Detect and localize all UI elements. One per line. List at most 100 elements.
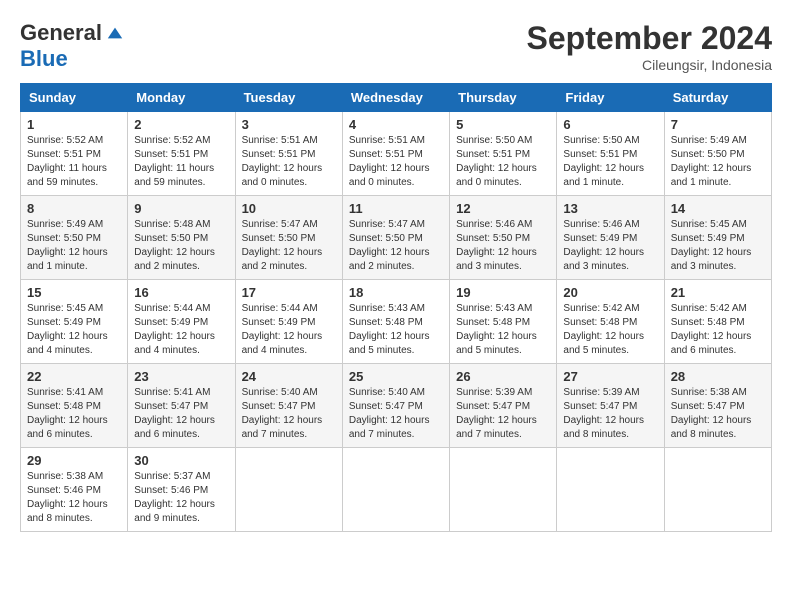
- calendar-cell: 18 Sunrise: 5:43 AM Sunset: 5:48 PM Dayli…: [342, 280, 449, 364]
- logo-icon: [106, 24, 124, 42]
- day-number: 7: [671, 117, 765, 132]
- day-info: Sunrise: 5:41 AM Sunset: 5:48 PM Dayligh…: [27, 386, 121, 442]
- day-number: 21: [671, 285, 765, 300]
- day-header-tuesday: Tuesday: [235, 84, 342, 112]
- day-info: Sunrise: 5:49 AM Sunset: 5:50 PM Dayligh…: [671, 134, 765, 190]
- day-info: Sunrise: 5:45 AM Sunset: 5:49 PM Dayligh…: [27, 302, 121, 358]
- calendar-cell: 7 Sunrise: 5:49 AM Sunset: 5:50 PM Daylig…: [664, 112, 771, 196]
- calendar-cell: 26 Sunrise: 5:39 AM Sunset: 5:47 PM Dayli…: [450, 364, 557, 448]
- day-info: Sunrise: 5:38 AM Sunset: 5:47 PM Dayligh…: [671, 386, 765, 442]
- day-number: 26: [456, 369, 550, 384]
- day-info: Sunrise: 5:47 AM Sunset: 5:50 PM Dayligh…: [349, 218, 443, 274]
- calendar-cell: [450, 448, 557, 532]
- calendar-cell: 11Sunrise: 5:47 AM Sunset: 5:50 PM Dayli…: [342, 196, 449, 280]
- calendar-cell: 29Sunrise: 5:38 AM Sunset: 5:46 PM Dayli…: [21, 448, 128, 532]
- calendar-week-3: 15Sunrise: 5:45 AM Sunset: 5:49 PM Dayli…: [21, 280, 772, 364]
- calendar-cell: 9 Sunrise: 5:48 AM Sunset: 5:50 PM Daylig…: [128, 196, 235, 280]
- day-info: Sunrise: 5:42 AM Sunset: 5:48 PM Dayligh…: [563, 302, 657, 358]
- day-info: Sunrise: 5:50 AM Sunset: 5:51 PM Dayligh…: [563, 134, 657, 190]
- calendar-cell: 24 Sunrise: 5:40 AM Sunset: 5:47 PM Dayli…: [235, 364, 342, 448]
- day-info: Sunrise: 5:44 AM Sunset: 5:49 PM Dayligh…: [242, 302, 336, 358]
- day-number: 25: [349, 369, 443, 384]
- calendar-cell: 25 Sunrise: 5:40 AM Sunset: 5:47 PM Dayli…: [342, 364, 449, 448]
- month-title: September 2024: [527, 20, 772, 57]
- calendar-cell: 15Sunrise: 5:45 AM Sunset: 5:49 PM Dayli…: [21, 280, 128, 364]
- page-header: General Blue September 2024 Cileungsir, …: [20, 20, 772, 73]
- calendar-cell: 20 Sunrise: 5:42 AM Sunset: 5:48 PM Dayli…: [557, 280, 664, 364]
- day-number: 24: [242, 369, 336, 384]
- day-number: 23: [134, 369, 228, 384]
- calendar-cell: 4 Sunrise: 5:51 AM Sunset: 5:51 PM Daylig…: [342, 112, 449, 196]
- day-number: 20: [563, 285, 657, 300]
- calendar-header-row: SundayMondayTuesdayWednesdayThursdayFrid…: [21, 84, 772, 112]
- day-info: Sunrise: 5:46 AM Sunset: 5:50 PM Dayligh…: [456, 218, 550, 274]
- day-header-friday: Friday: [557, 84, 664, 112]
- day-info: Sunrise: 5:42 AM Sunset: 5:48 PM Dayligh…: [671, 302, 765, 358]
- calendar-cell: 1 Sunrise: 5:52 AM Sunset: 5:51 PM Daylig…: [21, 112, 128, 196]
- day-number: 27: [563, 369, 657, 384]
- calendar-week-2: 8 Sunrise: 5:49 AM Sunset: 5:50 PM Daylig…: [21, 196, 772, 280]
- day-info: Sunrise: 5:47 AM Sunset: 5:50 PM Dayligh…: [242, 218, 336, 274]
- day-info: Sunrise: 5:43 AM Sunset: 5:48 PM Dayligh…: [349, 302, 443, 358]
- calendar-week-1: 1 Sunrise: 5:52 AM Sunset: 5:51 PM Daylig…: [21, 112, 772, 196]
- day-number: 1: [27, 117, 121, 132]
- day-info: Sunrise: 5:40 AM Sunset: 5:47 PM Dayligh…: [242, 386, 336, 442]
- calendar-cell: 13 Sunrise: 5:46 AM Sunset: 5:49 PM Dayli…: [557, 196, 664, 280]
- title-area: September 2024 Cileungsir, Indonesia: [527, 20, 772, 73]
- calendar-week-4: 22 Sunrise: 5:41 AM Sunset: 5:48 PM Dayli…: [21, 364, 772, 448]
- day-info: Sunrise: 5:49 AM Sunset: 5:50 PM Dayligh…: [27, 218, 121, 274]
- calendar-cell: 16 Sunrise: 5:44 AM Sunset: 5:49 PM Dayli…: [128, 280, 235, 364]
- day-number: 4: [349, 117, 443, 132]
- day-number: 18: [349, 285, 443, 300]
- day-number: 19: [456, 285, 550, 300]
- day-number: 28: [671, 369, 765, 384]
- day-info: Sunrise: 5:37 AM Sunset: 5:46 PM Dayligh…: [134, 470, 228, 526]
- calendar-cell: 12 Sunrise: 5:46 AM Sunset: 5:50 PM Dayli…: [450, 196, 557, 280]
- day-info: Sunrise: 5:40 AM Sunset: 5:47 PM Dayligh…: [349, 386, 443, 442]
- calendar-cell: 14Sunrise: 5:45 AM Sunset: 5:49 PM Dayli…: [664, 196, 771, 280]
- day-header-thursday: Thursday: [450, 84, 557, 112]
- calendar-cell: 3Sunrise: 5:51 AM Sunset: 5:51 PM Daylig…: [235, 112, 342, 196]
- day-header-wednesday: Wednesday: [342, 84, 449, 112]
- day-number: 8: [27, 201, 121, 216]
- calendar-cell: 8 Sunrise: 5:49 AM Sunset: 5:50 PM Daylig…: [21, 196, 128, 280]
- day-number: 2: [134, 117, 228, 132]
- location: Cileungsir, Indonesia: [527, 57, 772, 73]
- day-info: Sunrise: 5:46 AM Sunset: 5:49 PM Dayligh…: [563, 218, 657, 274]
- day-header-sunday: Sunday: [21, 84, 128, 112]
- day-number: 17: [242, 285, 336, 300]
- day-info: Sunrise: 5:44 AM Sunset: 5:49 PM Dayligh…: [134, 302, 228, 358]
- day-info: Sunrise: 5:48 AM Sunset: 5:50 PM Dayligh…: [134, 218, 228, 274]
- calendar-cell: 22 Sunrise: 5:41 AM Sunset: 5:48 PM Dayli…: [21, 364, 128, 448]
- logo-general: General: [20, 20, 102, 46]
- day-number: 12: [456, 201, 550, 216]
- calendar-cell: [235, 448, 342, 532]
- day-number: 22: [27, 369, 121, 384]
- calendar-cell: 27 Sunrise: 5:39 AM Sunset: 5:47 PM Dayli…: [557, 364, 664, 448]
- calendar-cell: 5 Sunrise: 5:50 AM Sunset: 5:51 PM Daylig…: [450, 112, 557, 196]
- day-info: Sunrise: 5:51 AM Sunset: 5:51 PM Dayligh…: [242, 134, 336, 190]
- day-number: 9: [134, 201, 228, 216]
- calendar-cell: 19 Sunrise: 5:43 AM Sunset: 5:48 PM Dayli…: [450, 280, 557, 364]
- day-info: Sunrise: 5:52 AM Sunset: 5:51 PM Dayligh…: [27, 134, 121, 190]
- calendar-table: SundayMondayTuesdayWednesdayThursdayFrid…: [20, 83, 772, 532]
- day-info: Sunrise: 5:39 AM Sunset: 5:47 PM Dayligh…: [456, 386, 550, 442]
- calendar-cell: 17 Sunrise: 5:44 AM Sunset: 5:49 PM Dayli…: [235, 280, 342, 364]
- calendar-cell: 21 Sunrise: 5:42 AM Sunset: 5:48 PM Dayli…: [664, 280, 771, 364]
- calendar-cell: [557, 448, 664, 532]
- day-info: Sunrise: 5:52 AM Sunset: 5:51 PM Dayligh…: [134, 134, 228, 190]
- calendar-cell: 23Sunrise: 5:41 AM Sunset: 5:47 PM Dayli…: [128, 364, 235, 448]
- day-info: Sunrise: 5:38 AM Sunset: 5:46 PM Dayligh…: [27, 470, 121, 526]
- calendar-cell: 10Sunrise: 5:47 AM Sunset: 5:50 PM Dayli…: [235, 196, 342, 280]
- day-info: Sunrise: 5:51 AM Sunset: 5:51 PM Dayligh…: [349, 134, 443, 190]
- day-number: 5: [456, 117, 550, 132]
- day-number: 6: [563, 117, 657, 132]
- calendar-cell: 2 Sunrise: 5:52 AM Sunset: 5:51 PM Daylig…: [128, 112, 235, 196]
- day-number: 13: [563, 201, 657, 216]
- calendar-cell: [664, 448, 771, 532]
- day-info: Sunrise: 5:39 AM Sunset: 5:47 PM Dayligh…: [563, 386, 657, 442]
- day-number: 16: [134, 285, 228, 300]
- day-info: Sunrise: 5:50 AM Sunset: 5:51 PM Dayligh…: [456, 134, 550, 190]
- day-info: Sunrise: 5:45 AM Sunset: 5:49 PM Dayligh…: [671, 218, 765, 274]
- day-info: Sunrise: 5:43 AM Sunset: 5:48 PM Dayligh…: [456, 302, 550, 358]
